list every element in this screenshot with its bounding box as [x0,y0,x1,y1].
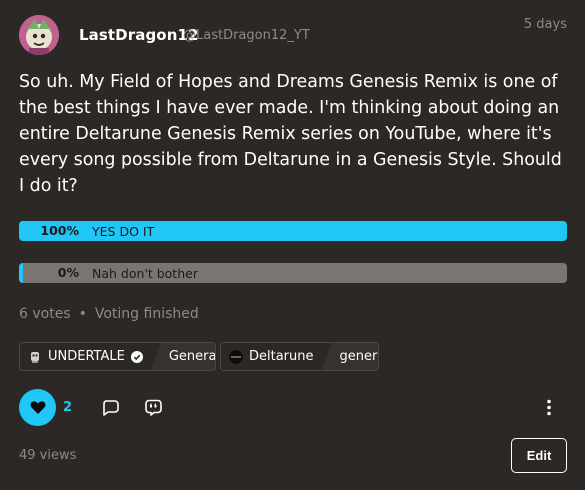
poll-option-no: 0% Nah don't bother [19,263,567,283]
like-count[interactable]: 2 [63,400,72,415]
poll-option-percent: 0% [57,265,79,280]
author-display-name[interactable]: LastDragon12 [79,26,199,44]
deltarune-icon [229,349,243,364]
poll-meta: 6 votes • Voting finished [19,306,199,322]
tag-name: Deltarune [249,349,314,364]
post-card: LastDragon12 @LastDragon12_YT 5 days So … [0,0,585,490]
tag-community[interactable]: UNDERTALE [20,343,151,370]
tag-subcategory[interactable]: General [150,343,216,370]
author-handle[interactable]: @LastDragon12_YT [183,28,310,43]
verified-icon [130,350,143,363]
edit-button[interactable]: Edit [511,438,567,473]
reply-button[interactable] [101,398,119,416]
undertale-icon [31,351,39,363]
post-timestamp[interactable]: 5 days [524,17,567,32]
more-icon [547,399,551,415]
tag-subcategory-label: General [168,349,216,364]
more-options-button[interactable] [540,398,558,416]
poll-vote-count: 6 votes [19,306,71,322]
tag-subcategory-label: general [339,349,378,364]
author-avatar[interactable] [19,15,59,55]
tag-community[interactable]: Deltarune [221,343,322,370]
poll-option-label: YES DO IT [92,224,155,239]
poll-option-label: Nah don't bother [92,266,198,281]
heart-icon [30,401,45,414]
tag-undertale[interactable]: UNDERTALE General [19,342,216,371]
view-count: 49 views [19,448,77,463]
poll-option-percent: 100% [40,223,79,238]
quote-button[interactable] [144,398,162,416]
quote-icon [144,399,162,416]
tag-subcategory[interactable]: general [321,343,378,370]
poll-option-yes: 100% YES DO IT [19,221,567,241]
post-body-text: So uh. My Field of Hopes and Dreams Gene… [19,72,562,196]
poll-status: Voting finished [94,306,199,322]
like-button[interactable] [19,389,56,426]
reply-icon [102,399,119,416]
poll-meta-separator: • [78,306,87,322]
tag-deltarune[interactable]: Deltarune general [220,342,379,371]
avatar-image [19,15,59,55]
tag-name: UNDERTALE [48,349,125,364]
